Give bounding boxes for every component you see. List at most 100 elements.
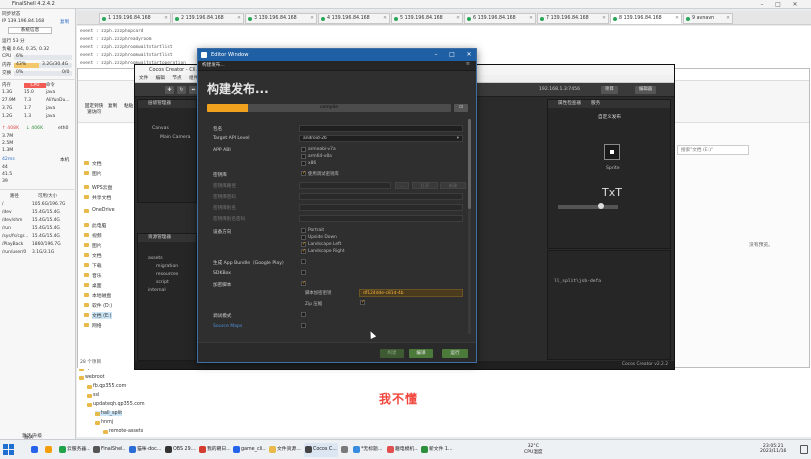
run-button[interactable]: 运行 (442, 349, 468, 358)
nav-item[interactable]: 网络 (84, 322, 102, 329)
copy-link[interactable]: 复制 (60, 19, 69, 25)
taskbar-app[interactable]: *无标题... (352, 443, 384, 457)
taskbar-app[interactable]: Cocos C... (304, 443, 338, 457)
nav-item[interactable]: 软件 (D:) (83, 302, 112, 309)
project-button[interactable]: 项目 (601, 86, 618, 94)
keystore-alias-field[interactable] (299, 204, 463, 211)
session-tab[interactable]: 8 139.196.84.168 ✕ (610, 13, 682, 24)
nav-item[interactable]: 视频 (84, 232, 102, 239)
asset-folder[interactable]: migration (156, 264, 178, 269)
orientation-landscape-right-checkbox[interactable] (301, 248, 306, 254)
abi-x86-checkbox[interactable] (301, 161, 306, 166)
taskbar-app[interactable]: 云服务器... (58, 443, 90, 457)
weather-widget[interactable]: 32°C CPU温度 (524, 444, 543, 455)
compile-button[interactable]: 编译 (409, 349, 433, 358)
sdkbox-checkbox[interactable] (301, 270, 306, 275)
folder-item-selected[interactable]: hall_split (95, 411, 123, 416)
package-name-field[interactable] (299, 125, 463, 132)
menu-edit[interactable]: 编辑 (156, 76, 165, 81)
node-main-camera[interactable]: Main Camera (160, 135, 190, 140)
asset-folder[interactable]: resources (156, 272, 178, 277)
folder-item[interactable]: updateqh.qp355.com (87, 402, 145, 407)
new-keystore-button[interactable]: 新建 (440, 182, 466, 189)
nav-item[interactable]: 文档 (84, 252, 102, 259)
keystore-password-field[interactable] (299, 193, 463, 200)
copy-command[interactable]: 复制 (108, 103, 117, 109)
windows-start-icon[interactable] (3, 444, 14, 455)
pin-quick-access[interactable]: 固定到快速访问 (84, 103, 104, 115)
asset-folder[interactable]: assets (148, 256, 163, 261)
slider-track[interactable] (558, 205, 618, 209)
folder-item[interactable]: ssl (87, 393, 99, 398)
orientation-portrait-checkbox[interactable] (301, 228, 306, 233)
taskbar-app[interactable]: OBS 29.... (164, 443, 196, 457)
folder-item[interactable]: webroot (79, 375, 105, 380)
close-icon[interactable]: ✕ (788, 0, 802, 9)
session-tab[interactable]: 2 139.196.84.168 ✕ (172, 13, 244, 24)
target-api-select[interactable]: android-26 ▾ (299, 135, 463, 142)
session-tab[interactable]: 3 139.196.84.168 ✕ (245, 13, 317, 24)
session-tab[interactable]: 6 139.196.84.168 ✕ (464, 13, 536, 24)
zip-checkbox[interactable] (360, 299, 365, 305)
build-subtab-label[interactable]: 构建发布... (202, 62, 225, 68)
taskbar-app[interactable]: 新文件 1... (420, 443, 454, 457)
source-maps-checkbox[interactable] (301, 323, 306, 328)
node-canvas[interactable]: Canvas (152, 126, 169, 131)
nav-item-selected[interactable]: 文档 (E:) (84, 312, 112, 319)
explorer-search-input[interactable]: 搜索"文档 (E:)" (677, 145, 749, 155)
nav-item[interactable]: 图片 (84, 170, 102, 177)
nav-item[interactable]: 本地磁盘 (83, 292, 111, 299)
taskbar-app[interactable]: 猫咪·doc... (128, 443, 162, 457)
abi-arm64-checkbox[interactable] (301, 154, 306, 159)
nav-item[interactable]: 下载 (84, 262, 102, 269)
asset-folder[interactable]: script (156, 280, 169, 285)
folder-item[interactable]: hnmj (95, 420, 113, 425)
maximize-icon[interactable]: □ (444, 49, 460, 61)
clock[interactable]: 23:05:21 2023/11/16 (760, 444, 786, 454)
encrypt-script-checkbox[interactable] (301, 280, 306, 286)
scroll-thumb[interactable] (468, 119, 471, 209)
nav-item[interactable]: 此电脑 (83, 222, 106, 229)
taskbar-app[interactable]: 文件资源... (268, 443, 302, 457)
minimize-icon[interactable]: – (428, 49, 444, 61)
app-bundle-checkbox[interactable] (301, 259, 306, 264)
alias-password-field[interactable] (299, 215, 463, 222)
session-tab[interactable]: 1 139.196.84.168 ✕ (99, 13, 171, 24)
folder-item[interactable]: remote-assets (103, 429, 143, 434)
taskbar-app[interactable] (44, 443, 56, 457)
panel-menu-icon[interactable]: ≡ (466, 61, 470, 67)
slider-handle[interactable] (598, 203, 604, 209)
session-tab[interactable]: 9 avnavn ✕ (683, 13, 733, 24)
sysinfo-button[interactable]: 系统信息 (8, 27, 52, 34)
keystore-path-field[interactable] (299, 182, 391, 189)
nav-item[interactable]: 图片 (84, 242, 102, 249)
notification-icon[interactable] (800, 445, 808, 454)
nav-item[interactable]: 音乐 (84, 272, 102, 279)
encrypt-key-field[interactable]: df124dde-c81d-4b (359, 289, 463, 297)
taskbar-app[interactable]: FinalShel... (92, 443, 126, 457)
add-icon[interactable]: ✚ (165, 86, 174, 94)
session-tab[interactable]: 7 139.196.84.168 ✕ (537, 13, 609, 24)
menu-node[interactable]: 节点 (172, 76, 181, 81)
folder-item[interactable]: fb.qp355.com (87, 384, 126, 389)
taskbar-app[interactable]: 趣电模机... (386, 443, 418, 457)
menu-file[interactable]: 文件 (139, 76, 148, 81)
debug-keystore-checkbox[interactable] (301, 170, 306, 176)
open-log-button[interactable]: ⊡ (454, 104, 468, 112)
orientation-upside-down-checkbox[interactable] (301, 235, 306, 240)
taskbar-app[interactable] (30, 443, 42, 457)
taskbar-app[interactable]: game_cli... (232, 443, 266, 457)
build-button[interactable]: 构建 (380, 349, 404, 358)
session-tab[interactable]: 4 139.196.84.168 ✕ (318, 13, 390, 24)
nav-item[interactable]: 共享文档 (83, 194, 111, 201)
taskbar-app[interactable] (340, 443, 350, 457)
debug-mode-checkbox[interactable] (301, 312, 306, 317)
nav-item[interactable]: 文档 (84, 160, 102, 167)
open-keystore-button[interactable]: 打开 (412, 182, 438, 189)
close-icon[interactable]: ✕ (461, 49, 477, 61)
asset-folder[interactable]: internal (148, 288, 166, 293)
nav-item[interactable]: WPS云盘 (83, 184, 112, 191)
nav-item[interactable]: OneDrive (84, 208, 115, 213)
net-iface[interactable]: eth0 (58, 126, 68, 131)
browse-button[interactable]: ... (395, 182, 409, 189)
